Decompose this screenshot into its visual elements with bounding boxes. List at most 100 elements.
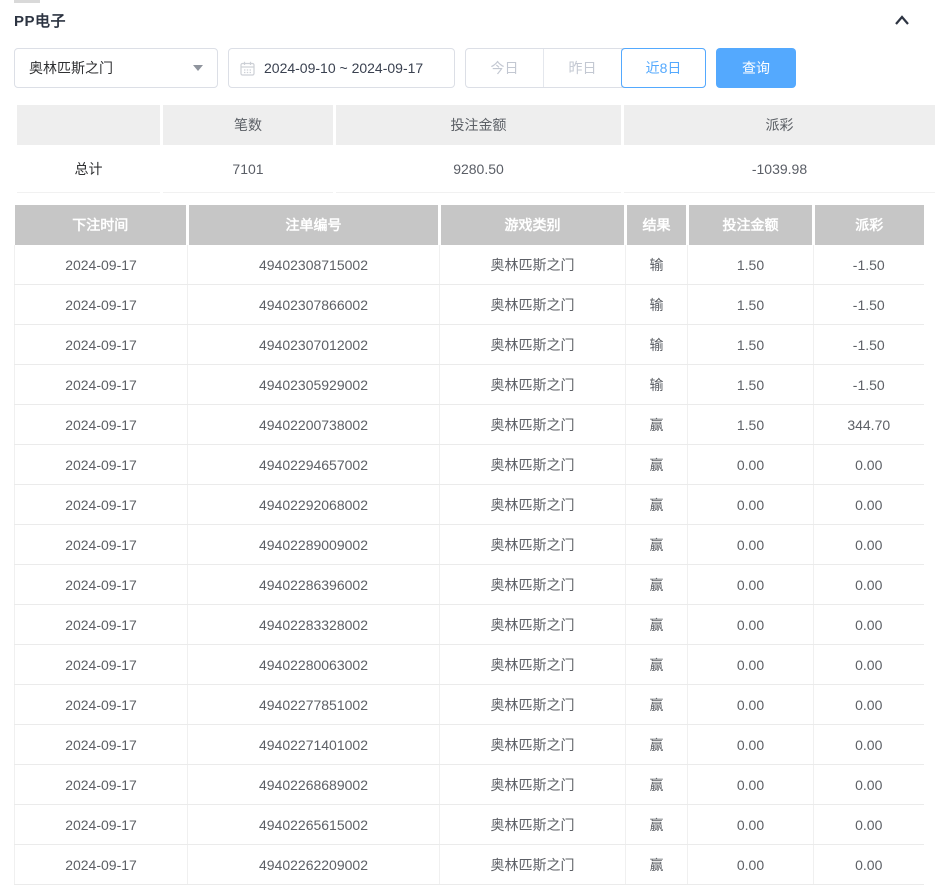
cell-bet-amount: 0.00 <box>688 845 814 885</box>
table-row: 2024-09-1749402271401002奥林匹斯之门赢0.000.00 <box>15 725 924 765</box>
cell-game-category: 奥林匹斯之门 <box>440 285 626 325</box>
bet-records-table: 下注时间 注单编号 游戏类别 结果 投注金额 派彩 2024-09-174940… <box>14 205 924 885</box>
summary-table: 笔数 投注金额 派彩 总计 7101 9280.50 -1039.98 <box>14 105 937 193</box>
cell-payout: -1.50 <box>814 365 924 405</box>
cell-payout: -1.50 <box>814 285 924 325</box>
cell-bet-id: 49402292068002 <box>188 485 440 525</box>
cell-payout: -1.50 <box>814 325 924 365</box>
cell-bet-amount: 1.50 <box>688 245 814 285</box>
cell-bet-amount: 1.50 <box>688 325 814 365</box>
cell-bet-amount: 0.00 <box>688 485 814 525</box>
quick-range-button-今日[interactable]: 今日 <box>466 49 544 87</box>
cell-bet-amount: 0.00 <box>688 605 814 645</box>
cell-bet-time: 2024-09-17 <box>15 685 188 725</box>
cell-bet-amount: 1.50 <box>688 285 814 325</box>
summary-bet-amount-value: 9280.50 <box>336 145 621 193</box>
game-select[interactable]: 奥林匹斯之门 <box>14 48 218 88</box>
cell-bet-id: 49402271401002 <box>188 725 440 765</box>
table-row: 2024-09-1749402200738002奥林匹斯之门赢1.50344.7… <box>15 405 924 445</box>
collapse-panel-button[interactable] <box>889 9 915 31</box>
date-range-input[interactable]: 2024-09-10 ~ 2024-09-17 <box>228 48 455 88</box>
cell-bet-amount: 0.00 <box>688 525 814 565</box>
cell-bet-id: 49402286396002 <box>188 565 440 605</box>
summary-header-row: 笔数 投注金额 派彩 <box>17 105 935 145</box>
table-row: 2024-09-1749402308715002奥林匹斯之门输1.50-1.50 <box>15 245 924 285</box>
cell-result: 输 <box>626 365 688 405</box>
cell-bet-id: 49402268689002 <box>188 765 440 805</box>
cell-result: 赢 <box>626 565 688 605</box>
table-row: 2024-09-1749402305929002奥林匹斯之门输1.50-1.50 <box>15 365 924 405</box>
quick-range-button-昨日[interactable]: 昨日 <box>544 49 622 87</box>
cell-payout: 0.00 <box>814 845 924 885</box>
cell-game-category: 奥林匹斯之门 <box>440 525 626 565</box>
table-row: 2024-09-1749402262209002奥林匹斯之门赢0.000.00 <box>15 845 924 885</box>
quick-range-button-近8日[interactable]: 近8日 <box>621 48 706 88</box>
query-button[interactable]: 查询 <box>716 48 796 88</box>
cell-payout: 0.00 <box>814 725 924 765</box>
cell-bet-id: 49402289009002 <box>188 525 440 565</box>
page-title: PP电子 <box>14 10 66 31</box>
quick-range-group: 今日昨日近8日 <box>465 48 706 88</box>
cell-game-category: 奥林匹斯之门 <box>440 485 626 525</box>
cell-bet-amount: 0.00 <box>688 565 814 605</box>
cell-payout: 0.00 <box>814 525 924 565</box>
table-row: 2024-09-1749402277851002奥林匹斯之门赢0.000.00 <box>15 685 924 725</box>
chevron-up-icon <box>892 12 912 28</box>
header-result: 结果 <box>626 205 688 245</box>
cell-game-category: 奥林匹斯之门 <box>440 445 626 485</box>
cell-bet-amount: 1.50 <box>688 365 814 405</box>
cell-result: 赢 <box>626 485 688 525</box>
summary-count-value: 7101 <box>163 145 333 193</box>
cell-bet-id: 49402305929002 <box>188 365 440 405</box>
cell-bet-time: 2024-09-17 <box>15 285 188 325</box>
calendar-icon <box>240 61 255 76</box>
cell-payout: -1.50 <box>814 245 924 285</box>
cell-game-category: 奥林匹斯之门 <box>440 325 626 365</box>
cell-game-category: 奥林匹斯之门 <box>440 845 626 885</box>
cell-bet-time: 2024-09-17 <box>15 765 188 805</box>
summary-payout-value: -1039.98 <box>624 145 935 193</box>
cell-bet-time: 2024-09-17 <box>15 725 188 765</box>
cell-game-category: 奥林匹斯之门 <box>440 405 626 445</box>
table-row: 2024-09-1749402268689002奥林匹斯之门赢0.000.00 <box>15 765 924 805</box>
cell-bet-amount: 0.00 <box>688 445 814 485</box>
cell-bet-time: 2024-09-17 <box>15 405 188 445</box>
panel-header: PP电子 <box>14 0 923 32</box>
header-bet-id: 注单编号 <box>188 205 440 245</box>
cell-bet-time: 2024-09-17 <box>15 645 188 685</box>
summary-header-payout: 派彩 <box>624 105 935 145</box>
header-game-category: 游戏类别 <box>440 205 626 245</box>
cell-bet-time: 2024-09-17 <box>15 445 188 485</box>
filter-bar: 奥林匹斯之门 2024-09-10 ~ 2024-09-17 今日昨日近8日 查… <box>14 48 923 88</box>
cell-bet-id: 49402294657002 <box>188 445 440 485</box>
cell-bet-time: 2024-09-17 <box>15 365 188 405</box>
cell-payout: 0.00 <box>814 765 924 805</box>
cell-payout: 0.00 <box>814 565 924 605</box>
summary-total-label: 总计 <box>17 145 160 193</box>
cell-bet-id: 49402283328002 <box>188 605 440 645</box>
cell-game-category: 奥林匹斯之门 <box>440 645 626 685</box>
cell-bet-time: 2024-09-17 <box>15 325 188 365</box>
date-range-value: 2024-09-10 ~ 2024-09-17 <box>264 60 423 76</box>
table-row: 2024-09-1749402292068002奥林匹斯之门赢0.000.00 <box>15 485 924 525</box>
cell-bet-time: 2024-09-17 <box>15 845 188 885</box>
cell-game-category: 奥林匹斯之门 <box>440 685 626 725</box>
table-row: 2024-09-1749402307012002奥林匹斯之门输1.50-1.50 <box>15 325 924 365</box>
cell-result: 赢 <box>626 405 688 445</box>
cell-bet-id: 49402308715002 <box>188 245 440 285</box>
cell-result: 赢 <box>626 845 688 885</box>
cell-game-category: 奥林匹斯之门 <box>440 565 626 605</box>
cell-bet-id: 49402262209002 <box>188 845 440 885</box>
cell-bet-amount: 0.00 <box>688 645 814 685</box>
cell-game-category: 奥林匹斯之门 <box>440 725 626 765</box>
cell-payout: 344.70 <box>814 405 924 445</box>
cell-payout: 0.00 <box>814 645 924 685</box>
header-payout: 派彩 <box>814 205 924 245</box>
cell-result: 赢 <box>626 725 688 765</box>
table-row: 2024-09-1749402307866002奥林匹斯之门输1.50-1.50 <box>15 285 924 325</box>
cell-payout: 0.00 <box>814 485 924 525</box>
game-select-value: 奥林匹斯之门 <box>29 58 113 78</box>
cell-bet-time: 2024-09-17 <box>15 485 188 525</box>
cell-result: 赢 <box>626 605 688 645</box>
cell-payout: 0.00 <box>814 605 924 645</box>
